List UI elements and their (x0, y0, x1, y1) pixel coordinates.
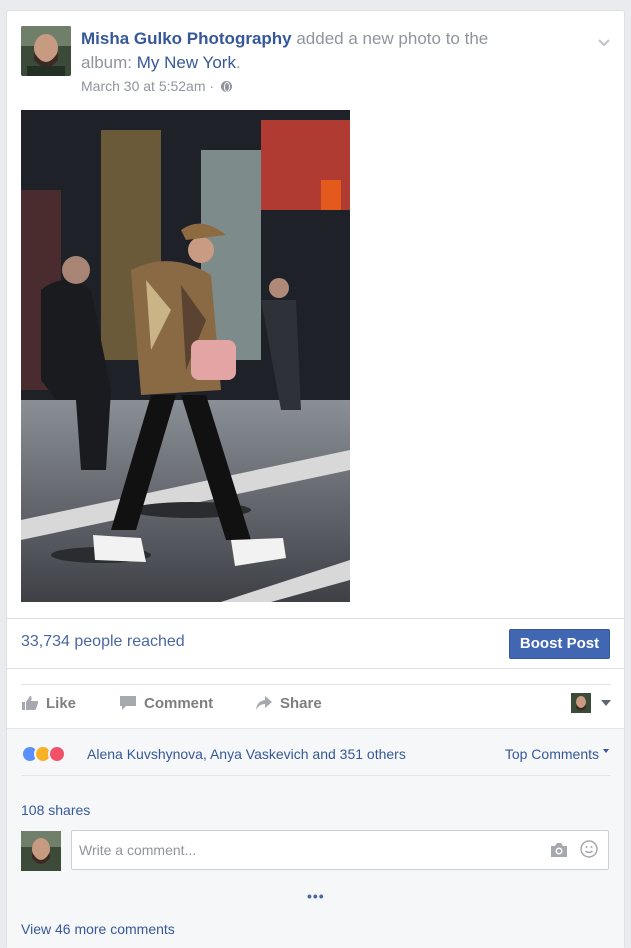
camera-icon[interactable] (550, 842, 568, 858)
comment-icon (120, 696, 136, 710)
reach-divider-bottom (7, 668, 624, 669)
reach-count[interactable]: 33,734 people reached (21, 633, 185, 651)
comments-section: Alena Kuvshynova, Anya Vaskevich and 351… (7, 728, 624, 948)
post-timestamp[interactable]: March 30 at 5:52am (81, 78, 206, 94)
author-avatar[interactable] (21, 26, 71, 76)
comment-label: Comment (144, 695, 214, 712)
post-card: Misha Gulko Photography added a new phot… (6, 10, 625, 948)
like-button[interactable]: Like (21, 693, 76, 715)
album-link[interactable]: My New York (137, 53, 236, 72)
comment-placeholder: Write a comment... (79, 842, 197, 858)
post-as-caret-icon[interactable] (601, 700, 611, 706)
love-reaction-icon[interactable] (48, 745, 66, 763)
post-as-avatar[interactable] (571, 693, 591, 713)
emoji-icon[interactable] (580, 840, 598, 858)
reach-divider-top (7, 618, 624, 619)
thumbs-up-icon (22, 696, 39, 710)
likers-text[interactable]: Alena Kuvshynova, Anya Vaskevich and 351… (87, 745, 406, 763)
chevron-down-icon[interactable] (597, 38, 611, 48)
reactions-row: Alena Kuvshynova, Anya Vaskevich and 351… (21, 745, 611, 765)
more-indicator[interactable]: ••• (307, 888, 325, 904)
post-headline: Misha Gulko Photography added a new phot… (81, 27, 541, 75)
view-more-comments-link[interactable]: View 46 more comments (21, 921, 175, 937)
comment-input[interactable]: Write a comment... (71, 830, 609, 870)
top-comments-dropdown[interactable]: Top Comments (505, 745, 609, 763)
like-label: Like (46, 695, 77, 712)
post-photo[interactable] (21, 110, 350, 602)
commenter-avatar[interactable] (21, 831, 61, 871)
reactions-divider (21, 775, 611, 776)
post-actions: Like Comment Share (21, 693, 611, 717)
actions-divider (21, 684, 611, 685)
caret-down-icon (603, 749, 609, 753)
album-suffix: . (235, 53, 241, 72)
share-label: Share (280, 695, 322, 712)
top-comments-label: Top Comments (504, 746, 599, 762)
author-name[interactable]: Misha Gulko Photography (81, 29, 292, 48)
post-meta: March 30 at 5:52am · (81, 78, 232, 94)
globe-icon[interactable] (220, 81, 232, 92)
share-button[interactable]: Share (255, 693, 322, 715)
meta-separator: · (205, 78, 218, 94)
shares-count[interactable]: 108 shares (21, 802, 90, 818)
comment-button[interactable]: Comment (119, 693, 213, 715)
share-icon (256, 696, 272, 710)
boost-post-button[interactable]: Boost Post (509, 629, 610, 659)
